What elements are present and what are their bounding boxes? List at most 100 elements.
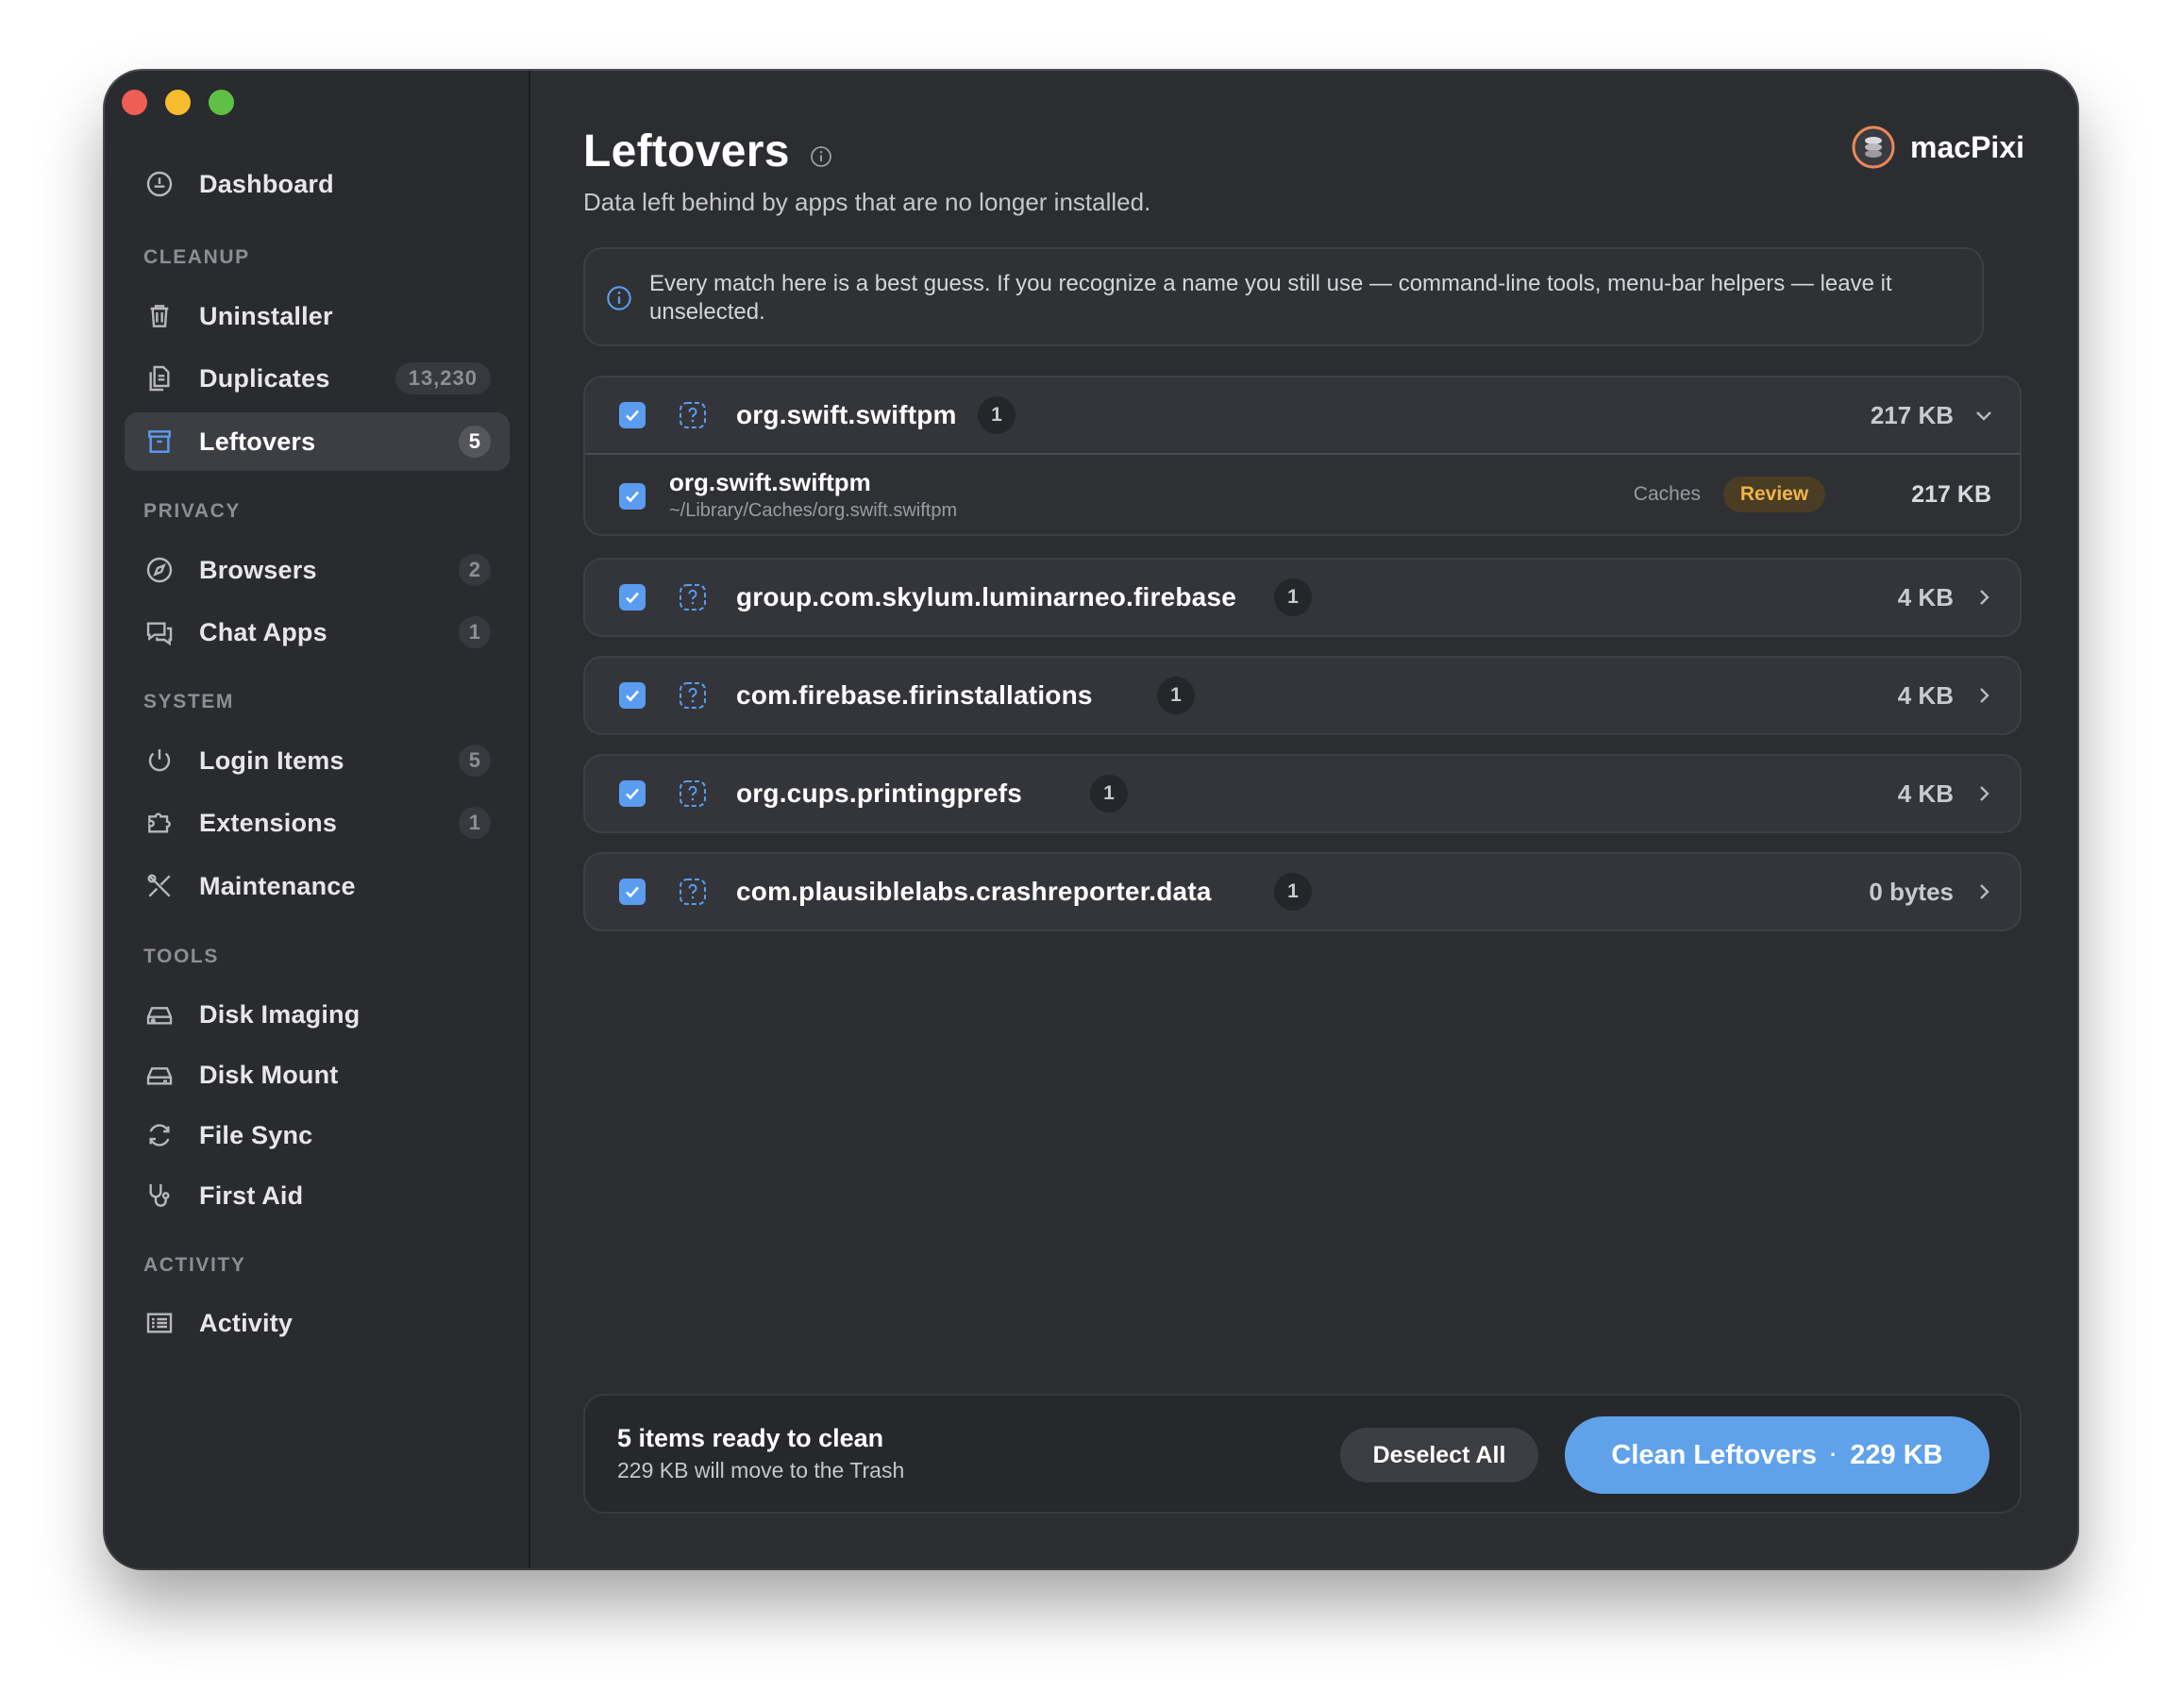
sidebar-item-label: Leftovers (199, 427, 316, 456)
sidebar-item-label: Extensions (199, 808, 338, 837)
group-name: com.plausiblelabs.crashreporter.data (736, 877, 1212, 906)
count-badge: 1 (1090, 775, 1128, 812)
group-size: 4 KB (1897, 779, 1954, 808)
count-badge: 5 (459, 745, 491, 777)
item-checkbox[interactable] (619, 483, 646, 510)
leftover-group-header[interactable]: org.cups.printingprefs 1 4 KB (585, 756, 2020, 831)
sidebar-item-label: Maintenance (199, 871, 356, 900)
leftover-item-row[interactable]: org.swift.swiftpm ~/Library/Caches/org.s… (585, 453, 2020, 534)
sidebar-item-leftovers[interactable]: Leftovers 5 (125, 412, 510, 471)
notice-banner: Every match here is a best guess. If you… (583, 247, 1984, 346)
count-badge: 13,230 (394, 362, 491, 394)
unknown-app-icon (680, 584, 706, 611)
group-size: 0 bytes (1869, 878, 1954, 906)
sidebar-section-activity: ACTIVITY (143, 1254, 246, 1276)
sidebar-item-browsers[interactable]: Browsers 2 (125, 541, 510, 599)
sidebar-item-disk-mount[interactable]: Disk Mount (125, 1046, 510, 1104)
sidebar-section-cleanup: CLEANUP (143, 246, 250, 268)
sidebar-section-tools: TOOLS (143, 946, 219, 967)
leftover-group[interactable]: com.plausiblelabs.crashreporter.data 1 0… (583, 852, 2022, 931)
sidebar-item-chat-apps[interactable]: Chat Apps 1 (125, 603, 510, 661)
sidebar-item-duplicates[interactable]: Duplicates 13,230 (125, 349, 510, 408)
zoom-window-button[interactable] (209, 90, 234, 115)
group-name: com.firebase.firinstallations (736, 680, 1093, 710)
disk-drive-icon (143, 998, 176, 1030)
gauge-icon (143, 168, 176, 200)
leftover-group-header[interactable]: com.firebase.firinstallations 1 4 KB (585, 658, 2020, 733)
item-kind: Caches (1633, 483, 1701, 505)
group-checkbox[interactable] (619, 879, 646, 905)
main-content: Leftovers Data left behind by apps that … (530, 71, 2077, 1568)
compass-icon (143, 554, 176, 586)
checkmark-icon (626, 491, 639, 503)
close-window-button[interactable] (122, 90, 147, 115)
count-badge: 1 (1274, 873, 1312, 911)
clean-leftovers-button[interactable]: Clean Leftovers · 229 KB (1565, 1416, 1989, 1494)
group-size: 4 KB (1897, 583, 1954, 611)
count-badge: 1 (1157, 677, 1195, 714)
group-checkbox[interactable] (619, 780, 646, 807)
info-icon[interactable] (810, 145, 832, 168)
chevron-right-icon[interactable] (1972, 684, 1995, 707)
sidebar-item-label: First Aid (199, 1181, 304, 1210)
leftover-group-header[interactable]: group.com.skylum.luminarneo.firebase 1 4… (585, 560, 2020, 635)
info-icon (607, 286, 631, 310)
action-footer: 5 items ready to clean 229 KB will move … (583, 1394, 2022, 1514)
sidebar-item-uninstaller[interactable]: Uninstaller (125, 287, 510, 345)
wrench-screwdriver-icon (143, 870, 176, 902)
count-badge: 1 (459, 807, 491, 839)
count-badge: 5 (459, 426, 491, 458)
sidebar-item-label: Activity (199, 1308, 294, 1337)
clean-button-label: Clean Leftovers (1611, 1439, 1817, 1470)
checkmark-icon (626, 788, 639, 800)
leftover-group: org.swift.swiftpm 1 217 KB org.swift.swi… (583, 376, 2022, 536)
macpixi-logo-icon (1852, 126, 1895, 169)
sidebar-item-activity[interactable]: Activity (125, 1294, 510, 1352)
sync-arrows-icon (143, 1119, 176, 1151)
checkmark-icon (626, 886, 639, 898)
leftover-group[interactable]: group.com.skylum.luminarneo.firebase 1 4… (583, 558, 2022, 637)
page-subtitle: Data left behind by apps that are no lon… (583, 188, 1151, 216)
app-window: Dashboard CLEANUP Uninstaller Duplicates… (105, 71, 2077, 1568)
deselect-all-button[interactable]: Deselect All (1340, 1428, 1538, 1482)
group-name: group.com.skylum.luminarneo.firebase (736, 582, 1236, 611)
sidebar-section-privacy: PRIVACY (143, 500, 241, 522)
brand-name: macPixi (1910, 129, 2024, 164)
group-size: 4 KB (1897, 681, 1954, 710)
clean-button-size: 229 KB (1850, 1439, 1943, 1470)
leftover-group[interactable]: org.cups.printingprefs 1 4 KB (583, 754, 2022, 833)
sidebar-item-extensions[interactable]: Extensions 1 (125, 794, 510, 852)
sidebar-item-dashboard[interactable]: Dashboard (125, 155, 510, 213)
checkmark-icon (626, 592, 639, 604)
chevron-right-icon[interactable] (1972, 880, 1995, 903)
sidebar-item-label: Disk Imaging (199, 999, 361, 1029)
unknown-app-icon (680, 402, 706, 428)
unknown-app-icon (680, 682, 706, 709)
sidebar-item-label: Login Items (199, 745, 344, 775)
power-icon (143, 745, 176, 777)
sidebar-item-label: Uninstaller (199, 301, 333, 330)
item-name: org.swift.swiftpm (669, 468, 871, 496)
sidebar-item-disk-imaging[interactable]: Disk Imaging (125, 985, 510, 1044)
leftover-group[interactable]: com.firebase.firinstallations 1 4 KB (583, 656, 2022, 735)
sidebar-section-system: SYSTEM (143, 691, 234, 712)
group-checkbox[interactable] (619, 584, 646, 611)
sidebar-item-login-items[interactable]: Login Items 5 (125, 731, 510, 790)
minimize-window-button[interactable] (165, 90, 191, 115)
sidebar-item-first-aid[interactable]: First Aid (125, 1166, 510, 1225)
group-checkbox[interactable] (619, 682, 646, 709)
chevron-down-icon[interactable] (1972, 404, 1995, 427)
brand: macPixi (1852, 126, 2024, 169)
leftover-group-header[interactable]: org.swift.swiftpm 1 217 KB (585, 377, 2020, 453)
page-title: Leftovers (583, 126, 790, 176)
chevron-right-icon[interactable] (1972, 782, 1995, 805)
sidebar-item-file-sync[interactable]: File Sync (125, 1106, 510, 1164)
group-checkbox[interactable] (619, 402, 646, 428)
sidebar-item-label: Duplicates (199, 363, 330, 393)
count-badge: 2 (459, 554, 491, 586)
leftover-group-header[interactable]: com.plausiblelabs.crashreporter.data 1 0… (585, 854, 2020, 929)
selection-summary: 5 items ready to clean (617, 1424, 884, 1452)
review-badge: Review (1723, 477, 1825, 512)
chevron-right-icon[interactable] (1972, 586, 1995, 609)
sidebar-item-maintenance[interactable]: Maintenance (125, 857, 510, 915)
